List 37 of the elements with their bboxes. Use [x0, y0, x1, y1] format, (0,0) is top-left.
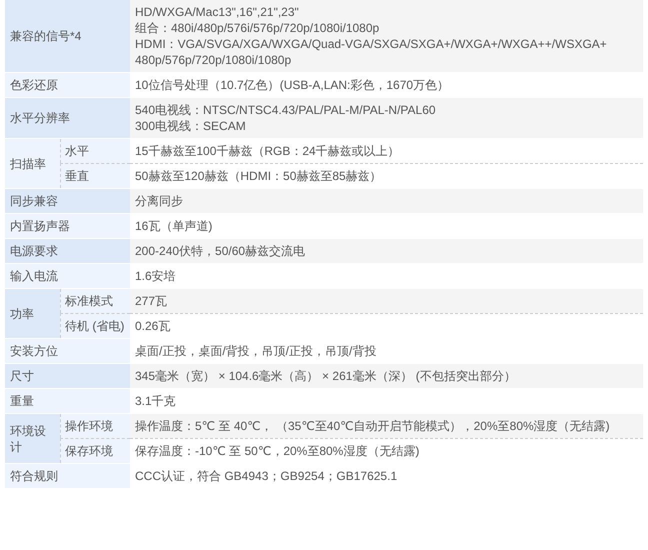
spec-sublabel: 垂直	[60, 163, 130, 188]
spec-value-line: 桌面/正投，桌面/背投，吊顶/正投，吊顶/背投	[135, 343, 378, 359]
spec-value-line: 分离同步	[135, 193, 184, 209]
spec-label: 环境设计	[5, 414, 60, 463]
spec-value-line: 345毫米（宽） × 104.6毫米（高） × 261毫米（深） (不包括突出部分）	[135, 368, 517, 384]
spec-value-line: HDMI：VGA/SVGA/XGA/WXGA/Quad-VGA/SXGA/SXGA+/WXGA+/WXGA++/WSXGA+	[135, 36, 608, 52]
spec-label: 兼容的信号*4	[5, 0, 130, 72]
spec-sublabel: 操作环境	[60, 414, 130, 438]
spec-value-line: 300电视线：SECAM	[135, 118, 247, 134]
spec-label: 安装方位	[5, 339, 130, 363]
spec-label: 重量	[5, 389, 130, 413]
spec-label: 同步兼容	[5, 189, 130, 213]
spec-label: 扫描率	[5, 139, 60, 188]
spec-value-line: HD/WXGA/Mac13",16",21",23"	[135, 4, 300, 20]
spec-value: 操作温度：5℃ 至 40℃， （35℃至40℃自动开启节能模式），20%至80%湿度（无结露)	[130, 414, 643, 438]
spec-label: 水平分辨率	[5, 98, 130, 138]
spec-value-line: 200-240伏特，50/60赫兹交流电	[135, 243, 306, 259]
spec-label: 内置扬声器	[5, 214, 130, 238]
spec-value-line: 组合：480i/480p/576i/576p/720p/1080i/1080p	[135, 20, 380, 36]
spec-label: 色彩还原	[5, 73, 130, 97]
spec-value-line: 10位信号处理（10.7亿色）(USB-A,LAN:彩色，1670万色）	[135, 77, 450, 93]
spec-value-line: 1.6安培	[135, 268, 177, 284]
spec-sublabel: 保存环境	[60, 438, 130, 463]
spec-value-line: 16瓦（单声道)	[135, 218, 214, 234]
spec-value-line: 480p/576p/720p/1080i/1080p	[135, 52, 292, 68]
spec-sublabel: 标准模式	[60, 289, 130, 313]
spec-sublabel: 水平	[60, 139, 130, 163]
spec-label: 功率	[5, 289, 60, 338]
spec-label: 符合规则	[5, 464, 130, 488]
spec-sublabel: 待机 (省电)	[60, 313, 130, 338]
spec-label: 电源要求	[5, 239, 130, 263]
spec-value-line: 540电视线：NTSC/NTSC4.43/PAL/PAL-M/PAL-N/PAL60	[135, 102, 437, 118]
spec-value: 277瓦	[130, 289, 643, 313]
spec-label: 输入电流	[5, 264, 130, 288]
spec-value-line: 3.1千克	[135, 393, 177, 409]
spec-value-line: CCC认证，符合 GB4943；GB9254；GB17625.1	[135, 468, 398, 484]
spec-label: 尺寸	[5, 364, 130, 388]
